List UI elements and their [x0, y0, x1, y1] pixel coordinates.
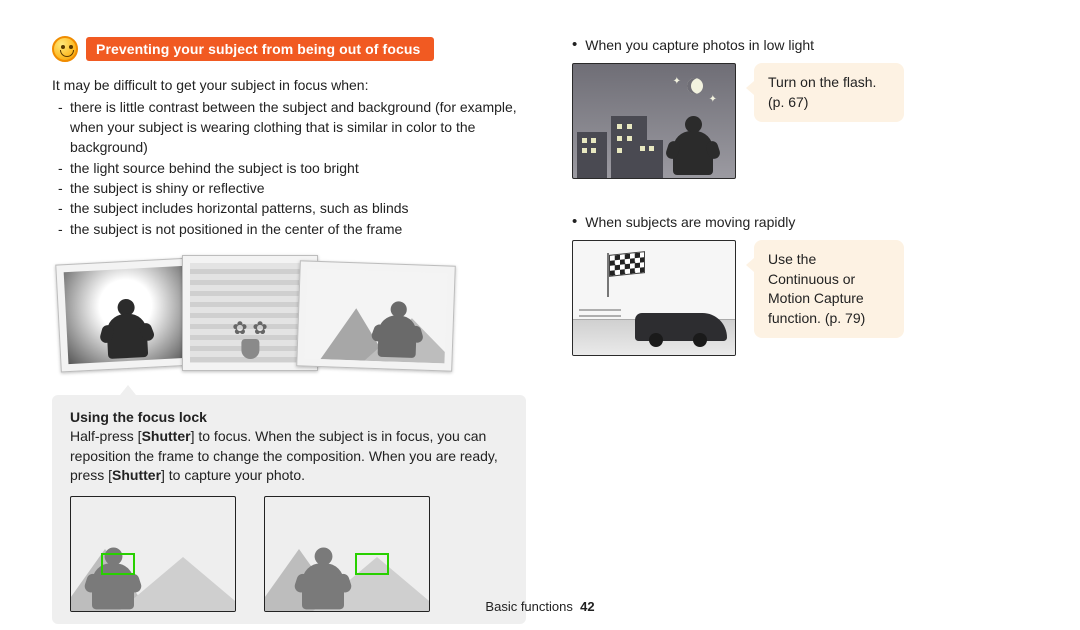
focus-indicator-icon: [101, 553, 135, 575]
footer-page-number: 42: [580, 599, 594, 614]
illustration-photos: ✿ ✿: [52, 249, 526, 377]
moving-subject-heading: When subjects are moving rapidly: [572, 213, 1026, 230]
list-item: the subject is shiny or reflective: [58, 178, 526, 198]
checkered-flag-icon: [607, 253, 609, 297]
smiley-icon: [52, 36, 78, 62]
page-footer: Basic functions 42: [0, 599, 1080, 614]
moving-subject-tip-row: Use the Continuous or Motion Capture fun…: [572, 240, 1026, 356]
photo-off-center: [296, 260, 456, 371]
focus-example-2: [264, 496, 430, 612]
section-title: Preventing your subject from being out o…: [86, 37, 434, 61]
list-item: the subject is not positioned in the cen…: [58, 219, 526, 239]
focus-lock-examples: [70, 496, 508, 612]
focus-lock-text: Half-press [Shutter] to focus. When the …: [70, 427, 508, 486]
focus-indicator-icon: [355, 553, 389, 575]
section-header: Preventing your subject from being out o…: [52, 36, 526, 62]
list-item: the light source behind the subject is t…: [58, 158, 526, 178]
left-column: Preventing your subject from being out o…: [52, 36, 526, 624]
bullet-icon: [572, 213, 577, 230]
focus-difficulty-list: there is little contrast between the sub…: [52, 97, 526, 239]
list-item: there is little contrast between the sub…: [58, 97, 526, 158]
footer-section: Basic functions: [485, 599, 572, 614]
moving-subject-tip: Use the Continuous or Motion Capture fun…: [754, 240, 904, 338]
car-icon: [635, 313, 727, 341]
callout-pointer-icon: [120, 385, 136, 395]
photo-low-contrast: [55, 257, 196, 372]
heading-text: When you capture photos in low light: [585, 37, 814, 53]
focus-lock-title: Using the focus lock: [70, 409, 508, 425]
heading-text: When subjects are moving rapidly: [585, 214, 795, 230]
focus-lock-callout: Using the focus lock Half-press [Shutter…: [52, 395, 526, 624]
bullet-icon: [572, 36, 577, 53]
low-light-tip-row: ✦ ✦ Turn on the flash. (p. 67): [572, 63, 1026, 179]
moon-icon: [687, 78, 703, 94]
right-column: When you capture photos in low light ✦ ✦…: [572, 36, 1026, 624]
moving-subject-illustration: [572, 240, 736, 356]
low-light-tip: Turn on the flash. (p. 67): [754, 63, 904, 122]
list-item: the subject includes horizontal patterns…: [58, 198, 526, 218]
manual-page: Preventing your subject from being out o…: [0, 0, 1080, 630]
low-light-illustration: ✦ ✦: [572, 63, 736, 179]
low-light-heading: When you capture photos in low light: [572, 36, 1026, 53]
intro-text: It may be difficult to get your subject …: [52, 76, 526, 95]
focus-example-1: [70, 496, 236, 612]
